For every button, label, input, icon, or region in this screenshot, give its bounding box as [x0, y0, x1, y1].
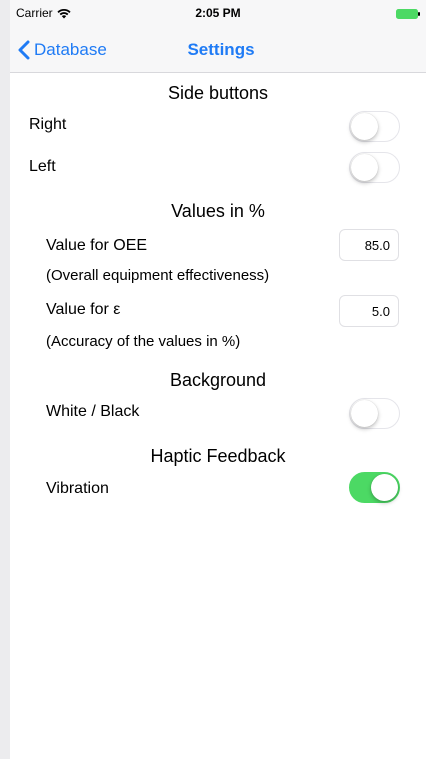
- vibration-toggle[interactable]: [349, 472, 400, 503]
- oee-value-input[interactable]: [339, 229, 399, 261]
- navigation-bar: Database Settings: [10, 30, 426, 73]
- right-side-button-toggle[interactable]: [349, 111, 400, 142]
- left-label: Left: [29, 158, 56, 175]
- white-black-label: White / Black: [46, 403, 140, 420]
- vibration-label: Vibration: [46, 480, 109, 497]
- section-header-side-buttons: Side buttons: [167, 83, 269, 103]
- toggle-knob: [371, 474, 398, 501]
- status-time: 2:05 PM: [195, 6, 241, 20]
- page-title: Settings: [187, 40, 255, 59]
- battery-icon: [396, 9, 420, 19]
- epsilon-sublabel: (Accuracy of the values in %): [46, 333, 241, 350]
- left-side-button-toggle[interactable]: [349, 152, 400, 183]
- settings-screen: Carrier 2:05 PM Database Settings Side b…: [10, 0, 426, 759]
- section-header-haptic-feedback: Haptic Feedback: [150, 446, 286, 466]
- toggle-knob: [351, 400, 378, 427]
- chevron-left-icon: [18, 40, 30, 60]
- toggle-knob: [351, 113, 378, 140]
- epsilon-value-input[interactable]: [339, 295, 399, 327]
- back-button-label: Database: [34, 40, 107, 59]
- epsilon-label: Value for ε: [46, 301, 121, 318]
- toggle-knob: [351, 154, 378, 181]
- section-header-background: Background: [169, 370, 267, 390]
- back-button[interactable]: Database: [18, 38, 107, 62]
- section-header-values: Values in %: [171, 201, 265, 221]
- right-label: Right: [29, 116, 67, 133]
- oee-sublabel: (Overall equipment effectiveness): [46, 267, 270, 284]
- background-toggle[interactable]: [349, 398, 400, 429]
- status-bar: Carrier 2:05 PM: [10, 0, 426, 30]
- oee-label: Value for OEE: [46, 237, 148, 254]
